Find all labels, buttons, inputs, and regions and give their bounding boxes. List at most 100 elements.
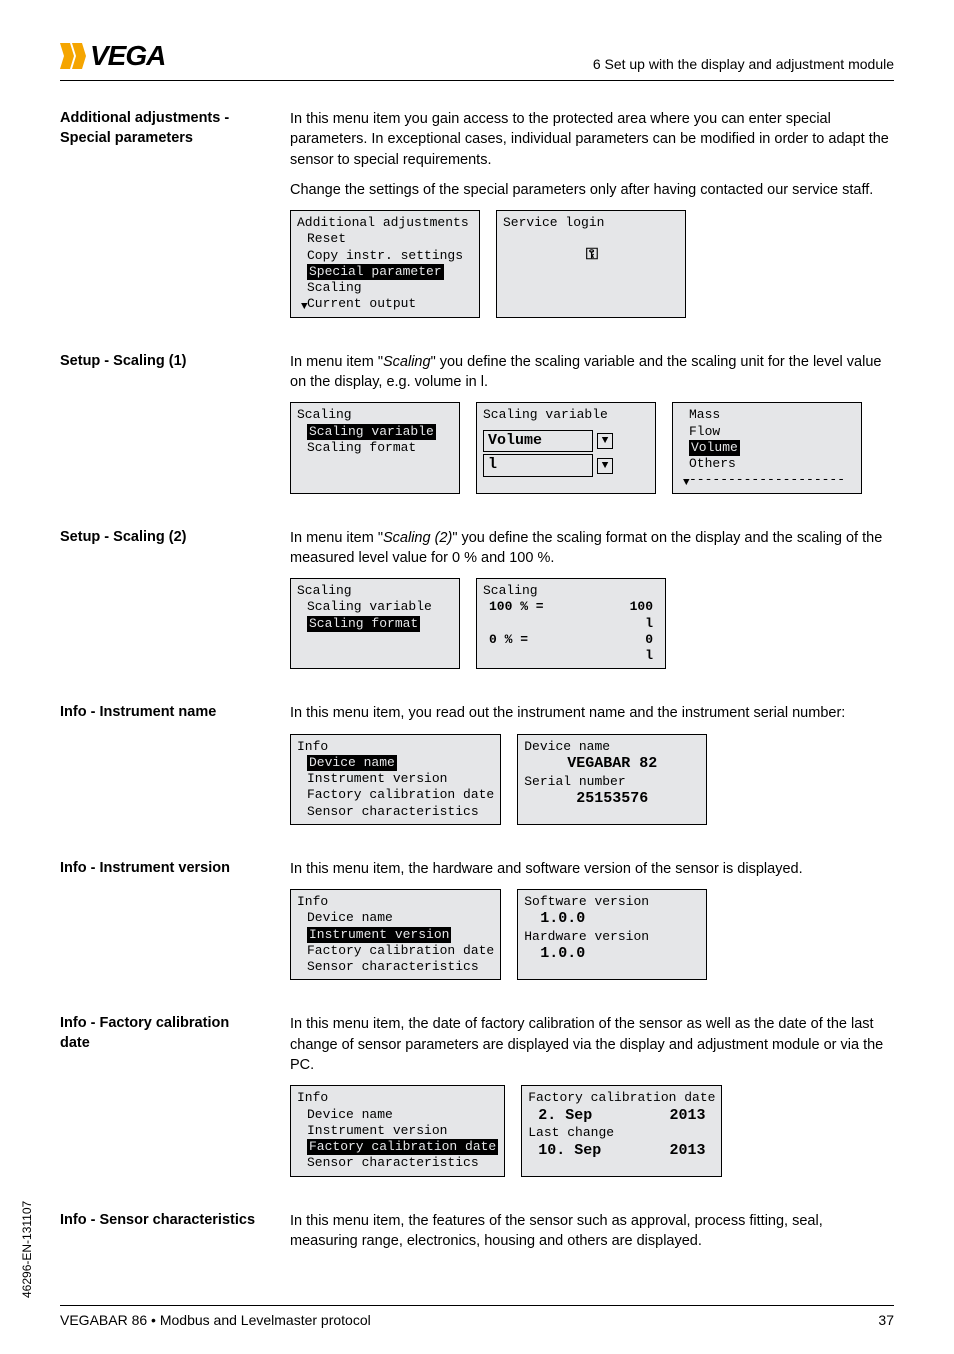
lcd-scaling2-values: Scaling 100 % =100 l 0 % =0 l	[476, 578, 666, 669]
lcd-device-name: Device name VEGABAR 82 Serial number 251…	[517, 734, 707, 825]
logo-mark-icon	[60, 43, 88, 69]
value-device-name: VEGABAR 82	[524, 755, 700, 774]
lcd-scaling-options: Mass Flow Volume Others ----------------…	[672, 402, 862, 493]
content-scaling1: In menu item "Scaling" you define the sc…	[290, 352, 894, 500]
lcd-scaling-variable: Scaling variable Volume ▼ l ▼	[476, 402, 656, 493]
lcd-title: Scaling	[297, 407, 453, 423]
lcd-service-login: Service login ⚿	[496, 210, 686, 318]
section-factory-calibration: Info - Factory calibration date In this …	[60, 1014, 894, 1182]
lcd-line: Last change	[528, 1125, 715, 1141]
value-serial: 25153576	[524, 790, 700, 809]
section-title: 6 Set up with the display and adjustment…	[593, 56, 894, 72]
footer-left: VEGABAR 86 • Modbus and Levelmaster prot…	[60, 1312, 371, 1328]
label-additional: Additional adjustments - Special paramet…	[60, 109, 260, 148]
value-row-100: 100 % =100	[483, 599, 659, 615]
lcd-title: Scaling	[483, 583, 659, 599]
lcd-line: Others	[679, 456, 855, 472]
lcd-selected: Instrument version	[307, 927, 451, 943]
lcd-line: Software version	[524, 894, 700, 910]
label-fac-cal: Info - Factory calibration date	[60, 1014, 260, 1053]
fac-cal-p1: In this menu item, the date of factory c…	[290, 1014, 894, 1075]
lcd-selected: Scaling variable	[307, 424, 436, 440]
label-sensor-char: Info - Sensor characteristics	[60, 1211, 260, 1231]
lcd-title: Info	[297, 1090, 498, 1106]
dropdown-icon: ▼	[597, 433, 613, 449]
lcd-line: Scaling	[297, 280, 473, 296]
lcd-divider: --------------------	[679, 472, 855, 488]
section-scaling-2: Setup - Scaling (2) In menu item "Scalin…	[60, 528, 894, 676]
scaling2-p1: In menu item "Scaling (2)" you define th…	[290, 528, 894, 569]
lcd-line: Reset	[297, 231, 473, 247]
label-scaling2: Setup - Scaling (2)	[60, 528, 260, 548]
scaling1-p1: In menu item "Scaling" you define the sc…	[290, 352, 894, 393]
content-fac-cal: In this menu item, the date of factory c…	[290, 1014, 894, 1182]
lcd-scaling2-menu: Scaling Scaling variable Scaling format	[290, 578, 460, 669]
lcd-line: Factory calibration date	[297, 787, 494, 803]
lcd-selected: Special parameter	[307, 264, 444, 280]
lcd-title: Additional adjustments	[297, 215, 473, 231]
lcd-title: Info	[297, 739, 494, 755]
lcd-info-menu: Info Device name Instrument version Fact…	[290, 889, 501, 980]
lcd-line: Mass	[679, 407, 855, 423]
lcd-line: Instrument version	[297, 1123, 498, 1139]
content-instr-ver: In this menu item, the hardware and soft…	[290, 859, 894, 987]
section-scaling-1: Setup - Scaling (1) In menu item "Scalin…	[60, 352, 894, 500]
lcd-line: Flow	[679, 424, 855, 440]
label-instr-ver: Info - Instrument version	[60, 859, 260, 879]
label-instr-name: Info - Instrument name	[60, 703, 260, 723]
section-instrument-version: Info - Instrument version In this menu i…	[60, 859, 894, 987]
value-row-0: 0 % =0	[483, 632, 659, 648]
footer-page-number: 37	[878, 1312, 894, 1328]
lcd-info-menu: Info Device name Instrument version Fact…	[290, 734, 501, 825]
sensor-char-p1: In this menu item, the features of the s…	[290, 1211, 894, 1252]
lcd-additional-menu: Additional adjustments Reset Copy instr.…	[290, 210, 480, 318]
page-header: VEGA 6 Set up with the display and adjus…	[60, 40, 894, 81]
unit-row-100: l	[483, 616, 659, 632]
additional-p1: In this menu item you gain access to the…	[290, 109, 894, 170]
lcd-scaling-menu: Scaling Scaling variable Scaling format	[290, 402, 460, 493]
content-sensor-char: In this menu item, the features of the s…	[290, 1211, 894, 1262]
lcd-line: Device name	[524, 739, 700, 755]
lcd-line: Copy instr. settings	[297, 248, 473, 264]
lcd-line: Scaling format	[297, 440, 453, 456]
lcd-title: Scaling	[297, 583, 453, 599]
lcd-selected: Volume	[689, 440, 740, 456]
value-last-change: 10. Sep2013	[528, 1142, 715, 1161]
key-icon: ⚿	[586, 246, 596, 264]
document-id-side: 46296-EN-131107	[20, 1201, 34, 1298]
lcd-line: Instrument version	[297, 771, 494, 787]
section-instrument-name: Info - Instrument name In this menu item…	[60, 703, 894, 831]
lcd-line: Factory calibration date	[528, 1090, 715, 1106]
dropdown-icon: ▼	[597, 458, 613, 474]
lcd-selected: Factory calibration date	[307, 1139, 498, 1155]
lcd-line: Device name	[297, 1107, 498, 1123]
lcd-line: Sensor characteristics	[297, 804, 494, 820]
logo-text: VEGA	[90, 40, 165, 72]
lcd-version: Software version 1.0.0 Hardware version …	[517, 889, 707, 980]
lcd-selected: Scaling format	[307, 616, 420, 632]
content-additional: In this menu item you gain access to the…	[290, 109, 894, 324]
scroll-down-icon: ▼	[683, 477, 690, 491]
value-sw-version: 1.0.0	[524, 910, 700, 929]
brand-logo: VEGA	[60, 40, 165, 72]
lcd-line: Current output	[297, 296, 473, 312]
lcd-line: Sensor characteristics	[297, 1155, 498, 1171]
value-cal-date: 2. Sep2013	[528, 1107, 715, 1126]
lcd-line: Factory calibration date	[297, 943, 494, 959]
value-volume: Volume	[483, 430, 593, 453]
value-hw-version: 1.0.0	[524, 945, 700, 964]
lcd-title: Service login	[503, 215, 679, 231]
section-sensor-characteristics: Info - Sensor characteristics In this me…	[60, 1211, 894, 1262]
page-footer: VEGABAR 86 • Modbus and Levelmaster prot…	[60, 1305, 894, 1328]
lcd-line: Device name	[297, 910, 494, 926]
instr-name-p1: In this menu item, you read out the inst…	[290, 703, 894, 723]
content-instr-name: In this menu item, you read out the inst…	[290, 703, 894, 831]
lcd-title: Info	[297, 894, 494, 910]
unit-row-0: l	[483, 648, 659, 664]
lcd-line: Serial number	[524, 774, 700, 790]
lcd-title: Scaling variable	[483, 407, 649, 423]
label-scaling1: Setup - Scaling (1)	[60, 352, 260, 372]
lcd-line: Sensor characteristics	[297, 959, 494, 975]
lcd-line: Scaling variable	[297, 599, 453, 615]
scroll-down-icon: ▼	[301, 301, 308, 315]
